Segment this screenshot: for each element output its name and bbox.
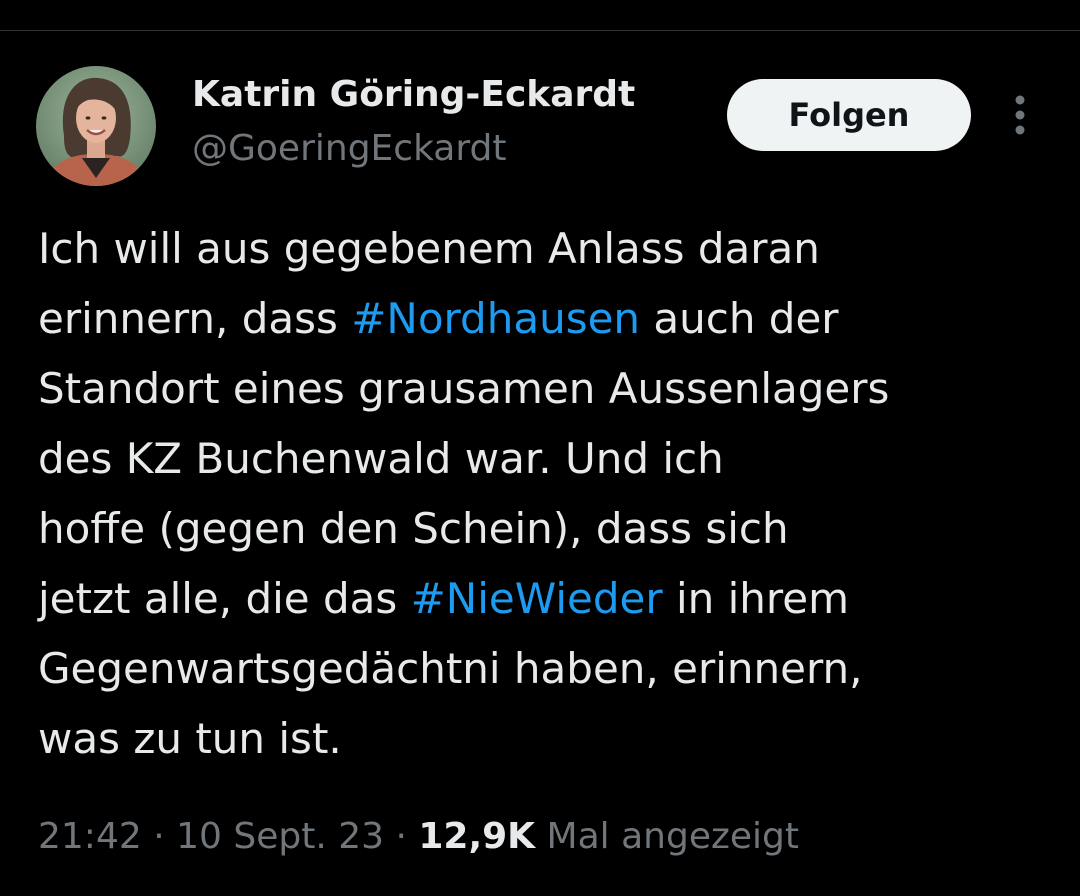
author-handle[interactable]: @GoeringEckardt: [192, 126, 507, 172]
tweet-text-line: hoffe (gegen den Schein), dass sich: [38, 494, 1048, 564]
meta-separator: ·: [384, 816, 419, 857]
tweet-text-segment: erinnern, dass: [38, 294, 352, 343]
vertical-ellipsis-icon: [1015, 95, 1025, 135]
tweet-text-segment: auch der: [640, 294, 839, 343]
tweet-text-line: Gegenwartsgedächtni haben, erinnern,: [38, 634, 1048, 704]
tweet-text-line: Standort eines grausamen Aussenlagers: [38, 354, 1048, 424]
profile-photo-icon: [36, 66, 156, 186]
tweet-text-line: was zu tun ist.: [38, 704, 1048, 774]
tweet-text-segment: in ihrem: [662, 574, 849, 623]
tweet-meta: 21:42 · 10 Sept. 23 · 12,9K Mal angezeig…: [38, 812, 799, 862]
meta-separator: ·: [141, 816, 177, 857]
tweet-text-line: des KZ Buchenwald war. Und ich: [38, 424, 1048, 494]
tweet-text-line: erinnern, dass #Nordhausen auch der: [38, 284, 1048, 354]
views-count: 12,9K: [418, 816, 536, 857]
tweet-text-line: jetzt alle, die das #NieWieder in ihrem: [38, 564, 1048, 634]
more-options-button[interactable]: [1000, 90, 1040, 140]
tweet-text-segment: Ich will aus gegebenem Anlass daran: [38, 224, 820, 273]
tweet-text-line: Ich will aus gegebenem Anlass daran: [38, 214, 1048, 284]
tweet-date[interactable]: 10 Sept. 23: [176, 816, 384, 857]
tweet-time[interactable]: 21:42: [38, 816, 142, 857]
tweet-text: Ich will aus gegebenem Anlass daran erinn…: [38, 214, 1048, 774]
views-label: Mal angezeigt: [535, 816, 799, 857]
tweet-text-segment: was zu tun ist.: [38, 714, 342, 763]
tweet-text-segment: Standort eines grausamen Aussenlagers: [38, 364, 890, 413]
follow-button[interactable]: Folgen: [727, 79, 971, 151]
author-display-name[interactable]: Katrin Göring-Eckardt: [192, 72, 635, 118]
tweet-text-segment: jetzt alle, die das: [38, 574, 411, 623]
top-divider: [0, 30, 1080, 31]
tweet-text-segment: des KZ Buchenwald war. Und ich: [38, 434, 724, 483]
hashtag-link[interactable]: #NieWieder: [411, 574, 663, 623]
avatar[interactable]: [36, 66, 156, 186]
tweet-text-segment: hoffe (gegen den Schein), dass sich: [38, 504, 789, 553]
tweet-text-segment: Gegenwartsgedächtni haben, erinnern,: [38, 644, 863, 693]
hashtag-link[interactable]: #Nordhausen: [351, 294, 640, 343]
